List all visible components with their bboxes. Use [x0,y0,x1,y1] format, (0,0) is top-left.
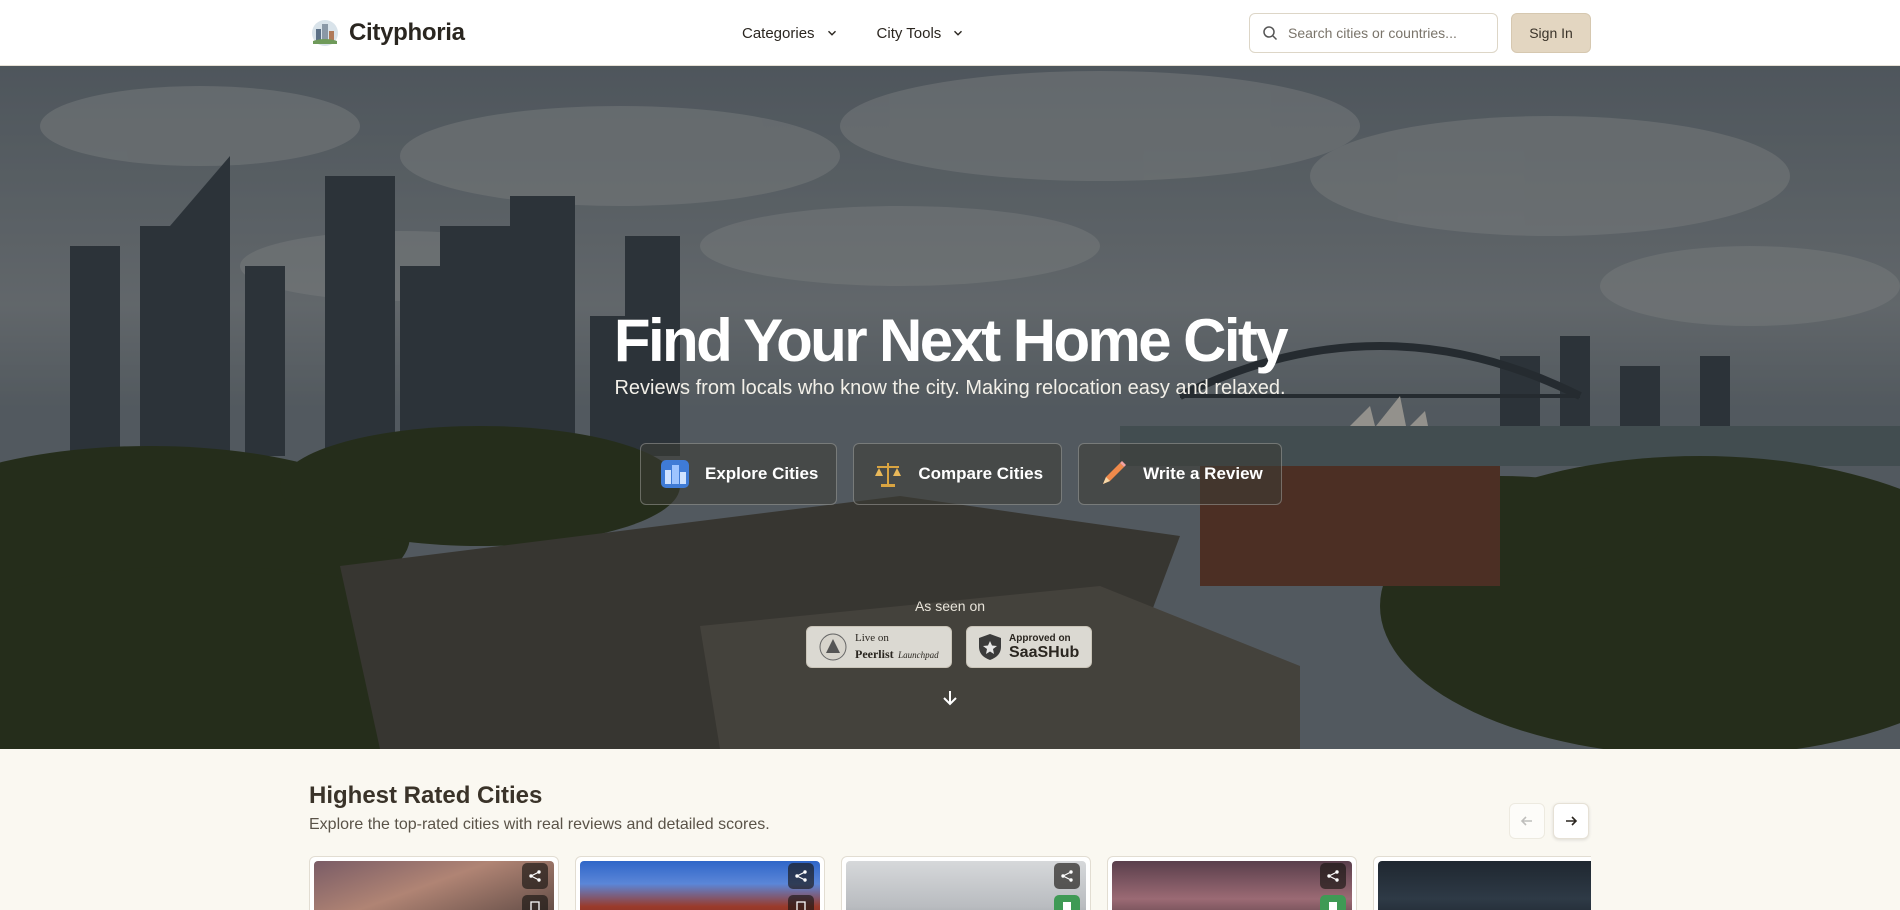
carousel-prev-button[interactable] [1509,803,1545,839]
city-card[interactable] [1107,856,1357,910]
nav-city-tools[interactable]: City Tools [877,25,966,42]
brand-name: Cityphoria [349,19,465,46]
scales-icon [875,463,902,487]
compare-cities-label: Compare Cities [918,464,1044,483]
nav-city-tools-label: City Tools [876,24,942,42]
share-icon [1061,870,1073,882]
chevron-down-icon [827,30,836,36]
cityphoria-logo-icon [312,20,338,46]
city-card[interactable] [841,856,1091,910]
saashub-line1: Approved on [1009,633,1071,644]
search-input[interactable] [1288,25,1485,41]
city-cards-carousel [309,856,1591,910]
carousel-next-button[interactable] [1553,803,1589,839]
press-badges: Live on Peerlist Launchpad Approved on S… [806,626,1092,668]
explore-cities-label: Explore Cities [705,464,819,483]
share-button[interactable] [1320,863,1346,889]
city-card[interactable] [1373,856,1591,910]
hero-subtitle: Reviews from locals who know the city. M… [614,377,1286,399]
city-card-image [1112,861,1352,910]
arrow-right-icon [1566,816,1578,826]
bookmark-button[interactable] [788,895,814,910]
search-box[interactable] [1249,13,1498,53]
share-button[interactable] [522,863,548,889]
pencil-icon [1103,461,1127,484]
header-inner: Cityphoria Categories City Tools Sign In [309,0,1591,66]
city-card-image [314,861,554,910]
chevron-down-icon [954,30,963,36]
nav-categories-label: Categories [742,24,815,42]
bookmark-icon [796,901,806,910]
peerlist-logo-icon [819,633,847,661]
hero-actions: Explore Cities Compare Cities Write a Re… [640,443,1282,505]
saashub-line2: SaaSHub [1009,644,1080,661]
saved-icon [1329,902,1337,910]
bookmark-icon [530,901,540,910]
search-icon [1263,26,1278,41]
section-subtitle: Explore the top-rated cities with real r… [309,816,770,833]
share-icon [795,870,807,882]
hero-section: Find Your Next Home City Reviews from lo… [0,66,1900,749]
shield-star-icon [979,634,1001,660]
peerlist-line2: Peerlist [855,646,894,661]
peerlist-line3: Launchpad [898,649,939,660]
share-button[interactable] [788,863,814,889]
saved-button[interactable] [1320,895,1346,910]
bookmark-button[interactable] [522,895,548,910]
site-header: Cityphoria Categories City Tools Sign In [0,0,1900,66]
nav-categories[interactable]: Categories [742,25,839,42]
brand-link[interactable]: Cityphoria [309,17,465,49]
city-card[interactable] [575,856,825,910]
saved-icon [1063,902,1071,910]
city-icon [661,460,689,488]
arrow-left-icon [1520,816,1532,826]
explore-cities-button[interactable]: Explore Cities [640,443,838,505]
city-card-image [580,861,820,910]
sign-in-button[interactable]: Sign In [1511,13,1591,53]
hero-title: Find Your Next Home City [613,307,1289,374]
share-icon [1327,870,1339,882]
write-review-label: Write a Review [1143,464,1263,483]
saved-button[interactable] [1054,895,1080,910]
share-icon [529,870,541,882]
share-button[interactable] [1054,863,1080,889]
peerlist-text: Live on Peerlist Launchpad [855,632,939,663]
city-card[interactable] [309,856,559,910]
section-title: Highest Rated Cities [309,782,543,809]
as-seen-on-label: As seen on [914,598,986,614]
saashub-text: Approved on SaaSHub [1009,633,1079,661]
peerlist-line1: Live on [855,631,889,644]
city-card-image [846,861,1086,910]
saashub-badge[interactable]: Approved on SaaSHub [966,626,1092,668]
compare-cities-button[interactable]: Compare Cities [853,443,1063,505]
city-card-image [1378,861,1591,910]
arrow-down-icon[interactable] [940,688,960,708]
main-nav: Categories City Tools [742,0,965,66]
write-review-button[interactable]: Write a Review [1078,443,1282,505]
peerlist-badge[interactable]: Live on Peerlist Launchpad [806,626,952,668]
